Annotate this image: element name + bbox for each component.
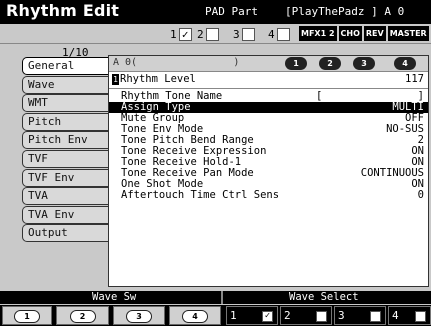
mfx-badge[interactable]: MFX1 2 (299, 26, 337, 41)
tab-list: General Wave WMT Pitch Pitch Env TVF TVF… (22, 57, 110, 243)
wave-sw-1-button[interactable]: 1 (2, 306, 52, 325)
tab-wmt[interactable]: WMT (22, 94, 110, 113)
checkbox-icon: ✓ (178, 27, 192, 41)
part-name: [PlayThePadz ] A 0 (285, 5, 405, 18)
divider (109, 88, 428, 89)
title-bar: Rhythm Edit PAD Part [PlayThePadz ] A 0 (0, 0, 431, 24)
tab-pitch[interactable]: Pitch (22, 112, 110, 131)
wave-sw-3-button[interactable]: 3 (113, 306, 165, 325)
checkbox-icon: ✓ (262, 311, 273, 322)
master-badge[interactable]: MASTER (387, 26, 429, 41)
tab-tvf[interactable]: TVF (22, 149, 110, 168)
part-1-checkbox[interactable]: 1 ✓ (170, 27, 192, 41)
tab-pitch-env[interactable]: Pitch Env (22, 131, 110, 150)
wave-sw-4-button[interactable]: 4 (169, 306, 221, 325)
wave-sw-2-button[interactable]: 2 (56, 306, 109, 325)
part-3-checkbox[interactable]: 3 (233, 27, 255, 41)
param-aftertouch-time-ctrl-sens[interactable]: Aftertouch Time Ctrl Sens 0 (109, 190, 428, 201)
function-bar: 1 2 3 4 1 ✓ 2 3 4 (0, 305, 431, 326)
checkbox-icon (415, 311, 426, 322)
tab-output[interactable]: Output (22, 224, 110, 243)
part-label: PAD Part (205, 5, 258, 18)
part-4-checkbox[interactable]: 4 (268, 27, 290, 41)
tab-tvf-env[interactable]: TVF Env (22, 168, 110, 187)
tab-wave[interactable]: Wave (22, 75, 110, 94)
checkbox-icon (316, 311, 327, 322)
knob-marker-icon: 1 (112, 74, 119, 85)
cho-badge[interactable]: CHO (338, 26, 362, 41)
knob-4-icon: 4 (182, 310, 208, 323)
rev-badge[interactable]: REV (363, 26, 386, 41)
checkbox-icon (205, 27, 219, 41)
wave-sw-label: Wave Sw (92, 291, 137, 303)
tab-tva[interactable]: TVA (22, 187, 110, 206)
knob-2-icon: 2 (69, 310, 96, 323)
knob-2-icon[interactable]: 2 (319, 57, 341, 70)
checkbox-icon (370, 311, 381, 322)
effects-badges: MFX1 2 CHO REV MASTER (299, 26, 429, 41)
wave-select-2-button[interactable]: 2 (280, 306, 332, 325)
checkbox-icon (241, 27, 255, 41)
divider (221, 291, 223, 304)
wave-name: A 0( ) (113, 57, 240, 68)
panel-header: A 0( ) 1 2 3 4 (109, 56, 428, 72)
tab-general[interactable]: General (22, 57, 110, 75)
part-select-strip: 1 ✓ 2 3 4 MFX1 2 CHO REV MASTER (0, 24, 431, 44)
parameter-panel: A 0( ) 1 2 3 4 1 Rhythm Level 117 Rhythm… (108, 55, 429, 287)
function-labels: Wave Sw Wave Select (0, 291, 431, 304)
part-2-checkbox[interactable]: 2 (197, 27, 219, 41)
wave-select-4-button[interactable]: 4 (388, 306, 431, 325)
wave-select-1-button[interactable]: 1 ✓ (226, 306, 278, 325)
param-rhythm-level[interactable]: 1 Rhythm Level 117 (109, 74, 428, 85)
knob-3-icon[interactable]: 3 (353, 57, 375, 70)
knob-4-icon[interactable]: 4 (394, 57, 416, 70)
checkbox-icon (276, 27, 290, 41)
knob-1-icon[interactable]: 1 (285, 57, 307, 70)
wave-select-3-button[interactable]: 3 (334, 306, 386, 325)
knob-1-icon: 1 (14, 310, 40, 323)
tab-tva-env[interactable]: TVA Env (22, 205, 110, 224)
screen-title: Rhythm Edit (6, 1, 120, 20)
knob-3-icon: 3 (126, 310, 152, 323)
wave-select-label: Wave Select (289, 291, 359, 303)
